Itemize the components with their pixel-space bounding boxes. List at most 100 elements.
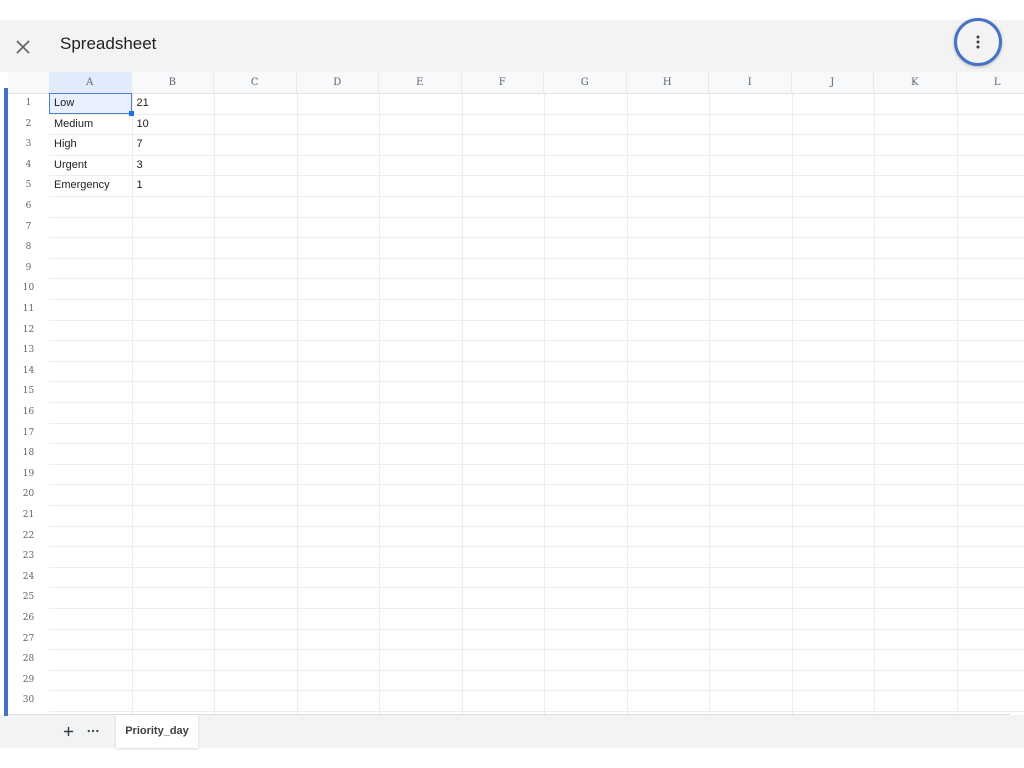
- column-header-j[interactable]: J: [792, 72, 874, 93]
- row-gridline: [49, 381, 1024, 383]
- sheet-tab-priority-day[interactable]: Priority_day: [116, 715, 198, 748]
- row-header-3[interactable]: 3: [8, 134, 49, 155]
- row-gridline: [49, 566, 1024, 568]
- row-header-4[interactable]: 4: [8, 155, 49, 176]
- column-header-b[interactable]: B: [132, 72, 214, 93]
- column-header-c[interactable]: C: [214, 72, 297, 93]
- column-header-g[interactable]: G: [544, 72, 627, 93]
- row-header-22[interactable]: 22: [8, 526, 49, 547]
- row-gridline: [49, 340, 1024, 342]
- more-horizontal-icon: [87, 729, 99, 733]
- row-gridline: [49, 422, 1024, 424]
- row-header-27[interactable]: 27: [8, 629, 49, 650]
- column-gridline: [214, 93, 215, 714]
- row-header-9[interactable]: 9: [8, 258, 49, 279]
- row-gridline: [49, 463, 1024, 465]
- close-button[interactable]: [8, 32, 38, 62]
- row-header-21[interactable]: 21: [8, 505, 49, 526]
- cell-b3[interactable]: 7: [132, 134, 215, 155]
- more-vertical-icon: [976, 35, 980, 49]
- column-header-f[interactable]: F: [462, 72, 544, 93]
- cell-b1[interactable]: 21: [132, 93, 215, 114]
- column-header-k[interactable]: K: [874, 72, 957, 93]
- close-icon: [16, 40, 30, 54]
- row-header-10[interactable]: 10: [8, 278, 49, 299]
- row-header-1[interactable]: 1: [8, 93, 49, 114]
- all-sheets-button[interactable]: [84, 723, 102, 739]
- row-header-11[interactable]: 11: [8, 299, 49, 320]
- row-gridline: [49, 669, 1024, 671]
- column-header-l[interactable]: L: [957, 72, 1024, 93]
- sheet-tab-bar: Priority_day: [0, 715, 1024, 748]
- cell-a3[interactable]: High: [49, 134, 132, 155]
- row-header-7[interactable]: 7: [8, 217, 49, 238]
- row-gridline: [49, 360, 1024, 362]
- row-gridline: [49, 525, 1024, 527]
- column-gridline: [379, 93, 380, 714]
- row-gridline: [49, 628, 1024, 630]
- row-gridline: [49, 484, 1024, 486]
- row-header-5[interactable]: 5: [8, 175, 49, 196]
- cell-b4[interactable]: 3: [132, 155, 215, 176]
- column-gridline: [296, 93, 298, 714]
- row-gridline: [49, 237, 1024, 239]
- row-gridline: [49, 257, 1024, 259]
- row-gridline: [49, 216, 1024, 218]
- spreadsheet-grid[interactable]: Low 21 Medium 10 High 7 Urgent 3 Emergency 1 ABCD…: [8, 72, 1024, 714]
- row-gridline: [49, 649, 1024, 651]
- column-gridline: [626, 93, 628, 714]
- cell-a1[interactable]: Low: [49, 93, 132, 114]
- row-header-6[interactable]: 6: [8, 196, 49, 217]
- cell-a4[interactable]: Urgent: [49, 155, 132, 176]
- row-header-26[interactable]: 26: [8, 608, 49, 629]
- row-gridline: [49, 299, 1024, 300]
- row-gridline: [49, 402, 1024, 403]
- row-header-23[interactable]: 23: [8, 546, 49, 567]
- column-header-h[interactable]: H: [627, 72, 709, 93]
- column-gridline: [709, 93, 710, 714]
- row-gridline: [49, 278, 1024, 280]
- row-header-8[interactable]: 8: [8, 237, 49, 258]
- column-header-i[interactable]: I: [709, 72, 792, 93]
- cell-b2[interactable]: 10: [132, 114, 215, 135]
- row-header-20[interactable]: 20: [8, 484, 49, 505]
- row-header-12[interactable]: 12: [8, 320, 49, 341]
- cell-b5[interactable]: 1: [132, 175, 215, 196]
- cell-a2[interactable]: Medium: [49, 114, 132, 135]
- row-gridline: [49, 196, 1024, 197]
- column-gridline: [956, 93, 958, 714]
- column-header-d[interactable]: D: [297, 72, 379, 93]
- column-gridline: [791, 93, 793, 714]
- row-header-15[interactable]: 15: [8, 381, 49, 402]
- row-header-30[interactable]: 30: [8, 690, 49, 711]
- column-header-e[interactable]: E: [379, 72, 462, 93]
- fill-handle[interactable]: [129, 111, 134, 116]
- row-gridline: [49, 690, 1024, 692]
- spreadsheet-app: Spreadsheet Low 21 Medium 10 High 7 Urgent 3 Eme…: [0, 0, 1024, 768]
- row-header-28[interactable]: 28: [8, 649, 49, 670]
- more-options-button[interactable]: [954, 18, 1002, 66]
- row-header-24[interactable]: 24: [8, 567, 49, 588]
- row-header-29[interactable]: 29: [8, 670, 49, 691]
- row-header-19[interactable]: 19: [8, 464, 49, 485]
- title-bar: Spreadsheet: [0, 20, 1024, 72]
- row-header-17[interactable]: 17: [8, 423, 49, 444]
- left-accent-bar: [4, 88, 8, 716]
- document-title: Spreadsheet: [60, 34, 157, 53]
- row-gridline: [49, 587, 1024, 589]
- column-gridline: [461, 93, 463, 714]
- row-header-2[interactable]: 2: [8, 114, 49, 135]
- plus-icon: [63, 726, 73, 736]
- row-header-16[interactable]: 16: [8, 402, 49, 423]
- row-header-13[interactable]: 13: [8, 340, 49, 361]
- row-header-14[interactable]: 14: [8, 361, 49, 382]
- cell-a5[interactable]: Emergency: [49, 175, 132, 196]
- row-header-18[interactable]: 18: [8, 443, 49, 464]
- add-sheet-button[interactable]: [60, 723, 76, 739]
- column-header-a[interactable]: A: [49, 72, 132, 93]
- column-headers: ABCDEFGHIJKL: [8, 72, 1024, 94]
- row-gridline: [49, 319, 1024, 321]
- row-gridline: [49, 505, 1024, 506]
- row-header-25[interactable]: 25: [8, 587, 49, 608]
- column-gridline: [874, 93, 875, 714]
